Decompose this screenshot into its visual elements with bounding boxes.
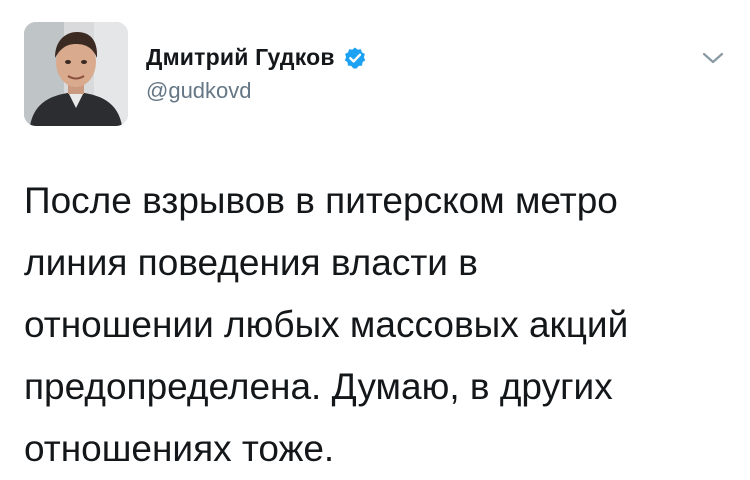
tweet-card: Дмитрий Гудков @gudkovd После взрывов в … <box>0 0 750 478</box>
tweet-text-line: отношениях тоже. <box>24 428 335 469</box>
tweet-header: Дмитрий Гудков @gudkovd <box>24 22 726 126</box>
chevron-down-icon[interactable] <box>700 48 726 68</box>
user-handle[interactable]: @gudkovd <box>146 78 252 104</box>
tweet-text-line: предопределена. Думаю, в других <box>24 366 613 407</box>
verified-badge-icon <box>343 46 367 70</box>
avatar[interactable] <box>24 22 128 126</box>
tweet-text-line: После взрывов в питерском метро <box>24 180 618 221</box>
avatar-image <box>24 22 128 126</box>
name-row: Дмитрий Гудков <box>146 44 367 71</box>
display-name[interactable]: Дмитрий Гудков <box>146 44 335 71</box>
tweet-text-line: линия поведения власти в <box>24 242 478 283</box>
tweet-text-line: отношении любых массовых акций <box>24 304 629 345</box>
tweet-text: После взрывов в питерском метро линия по… <box>24 170 724 480</box>
